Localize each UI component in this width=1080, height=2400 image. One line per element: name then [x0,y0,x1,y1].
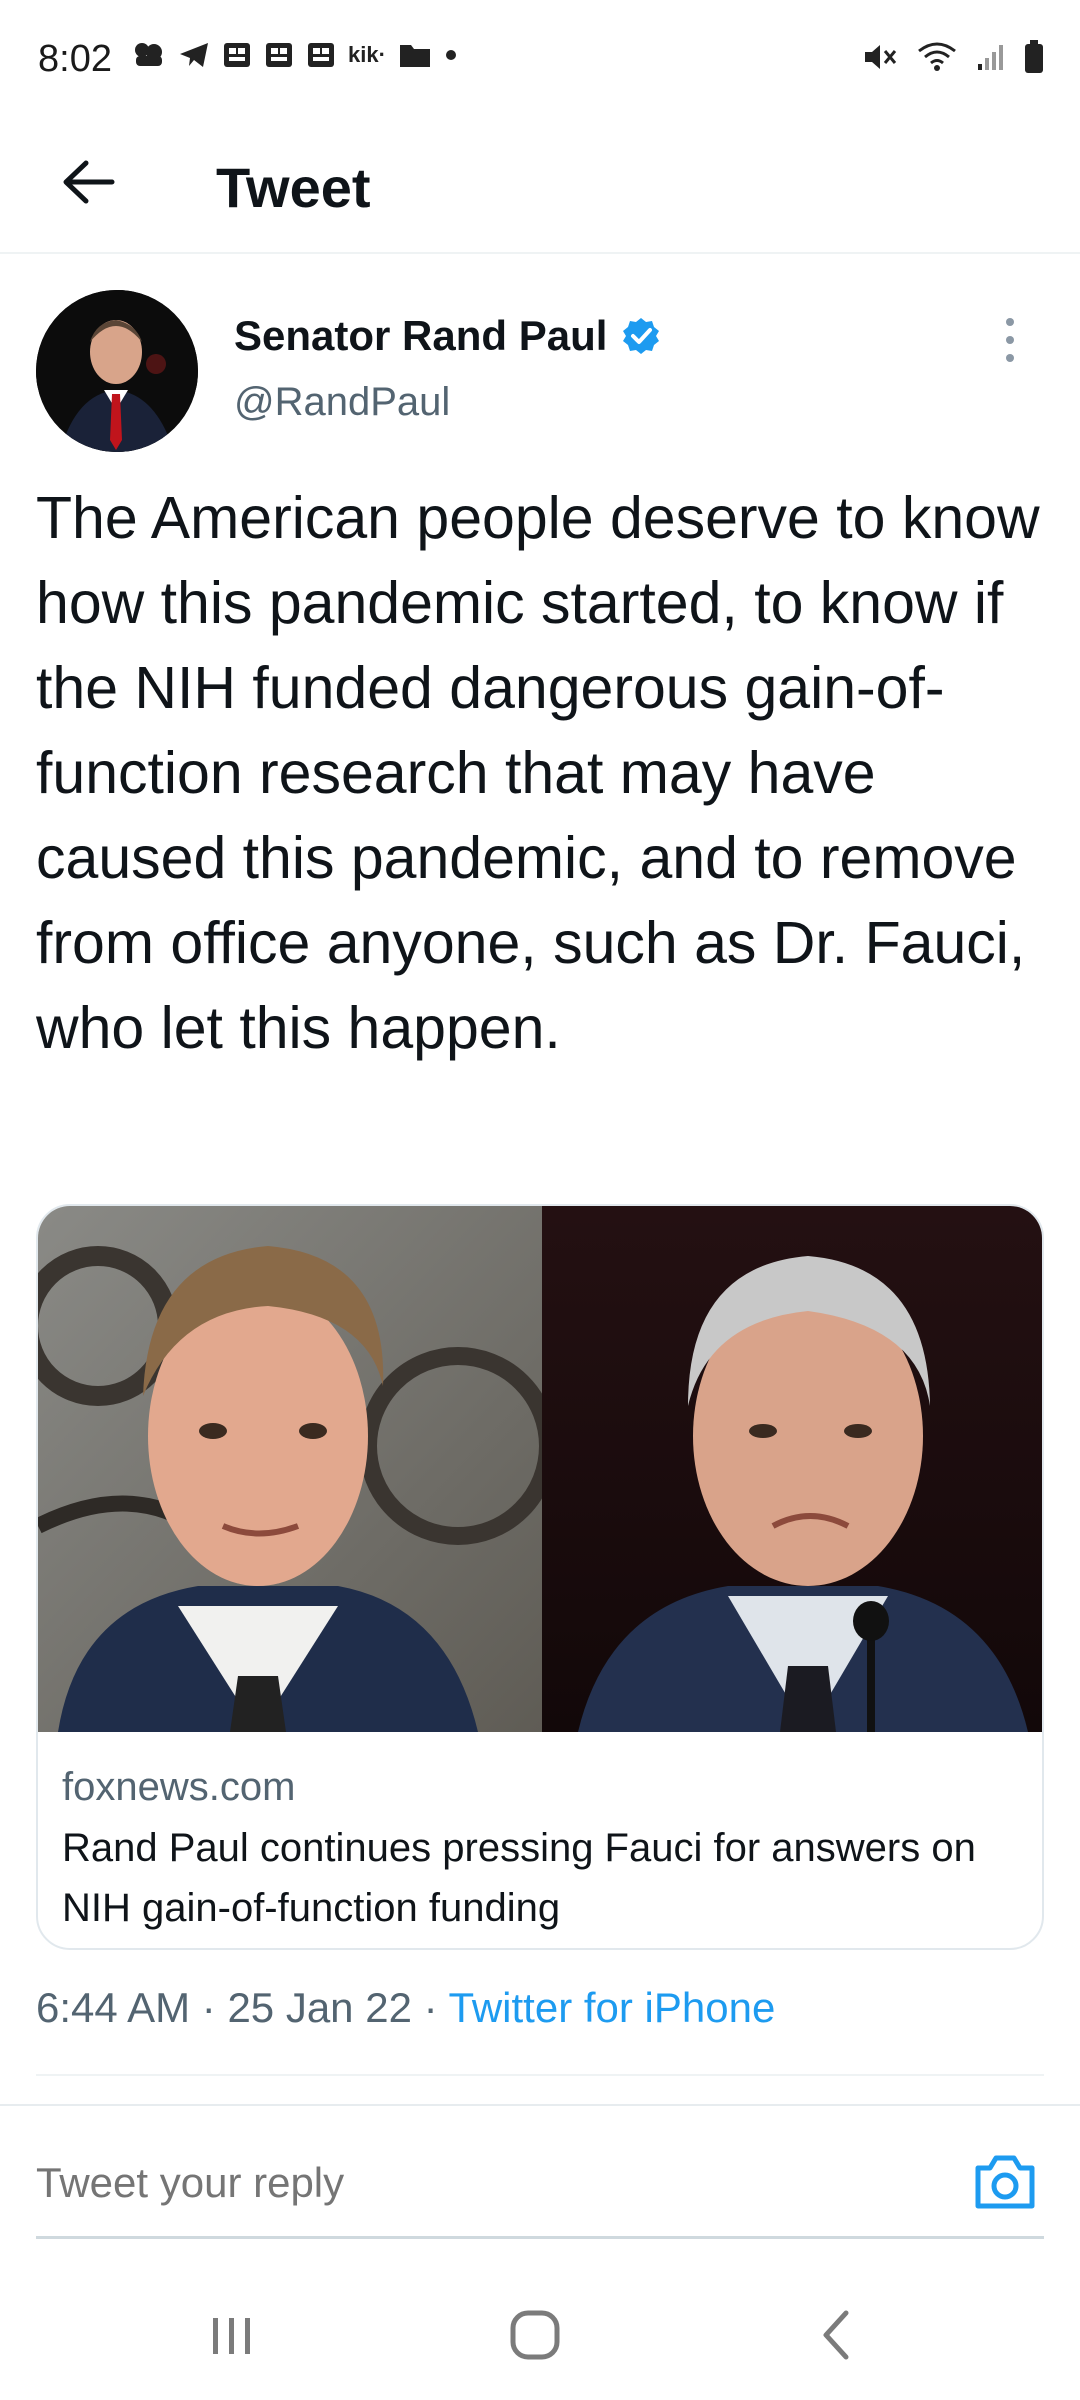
status-bar: 8:02 kik· [0,0,1080,120]
card-title[interactable]: Rand Paul continues pressing Fauci for a… [62,1818,1022,1938]
news-icon [266,43,292,67]
meta-separator: · [411,1984,449,2031]
more-options-button[interactable] [990,318,1030,362]
system-back-button[interactable] [796,2300,876,2370]
meta-separator: · [190,1984,228,2031]
page-title: Tweet [216,156,371,219]
verified-badge-icon [623,318,660,354]
battery-icon [1025,40,1043,73]
tweet-date: 25 Jan 22 [227,1984,412,2031]
mute-icon [865,45,897,69]
author-name-row[interactable]: Senator Rand Paul [234,312,661,360]
telegram-icon [180,43,208,67]
tweet-timestamp: 6:44 AM · 25 Jan 22 · Twitter for iPhone [36,1984,775,2032]
home-button[interactable] [495,2300,575,2370]
home-icon [510,2310,560,2360]
notification-icons: kik· [132,40,458,70]
reply-underline [36,2236,1044,2239]
more-dot [1006,354,1014,362]
avatar-photo [36,290,198,452]
camera-button[interactable] [970,2146,1040,2216]
signal-icon [978,45,1003,70]
news-icon [224,43,250,67]
news-icon [308,43,334,67]
arrow-left-icon [63,160,115,204]
author-name[interactable]: Senator Rand Paul [234,312,607,360]
avatar[interactable] [36,290,198,452]
tweet-time: 6:44 AM [36,1984,191,2031]
card-domain: foxnews.com [62,1765,296,1809]
camera-icon [975,2155,1035,2209]
app-bar: Tweet [0,120,1080,254]
tweet-source-link[interactable]: Twitter for iPhone [449,1984,776,2031]
recents-icon [213,2318,250,2354]
dot-icon [445,50,456,60]
card-meta: foxnews.com Rand Paul continues pressing… [62,1760,1022,1938]
community-icon [135,43,162,66]
system-nav-bar [0,2260,1080,2400]
reply-input[interactable] [36,2148,936,2218]
system-icons [862,40,1044,74]
link-card[interactable]: foxnews.com Rand Paul continues pressing… [36,1204,1044,1950]
divider [0,2104,1080,2106]
recent-apps-button[interactable] [192,2300,272,2370]
tweet-text: The American people deserve to know how … [36,485,1040,1061]
kik-icon: kik· [348,42,386,67]
back-button[interactable] [48,142,128,222]
wifi-icon [918,42,956,71]
author-handle[interactable]: @RandPaul [234,380,450,425]
card-photo [38,1206,1042,1732]
folder-icon [399,45,430,67]
more-dot [1006,318,1014,326]
status-time: 8:02 [38,38,112,80]
divider [36,2074,1044,2076]
card-image[interactable] [38,1206,1042,1732]
chevron-left-icon [823,2310,849,2360]
more-dot [1006,336,1014,344]
